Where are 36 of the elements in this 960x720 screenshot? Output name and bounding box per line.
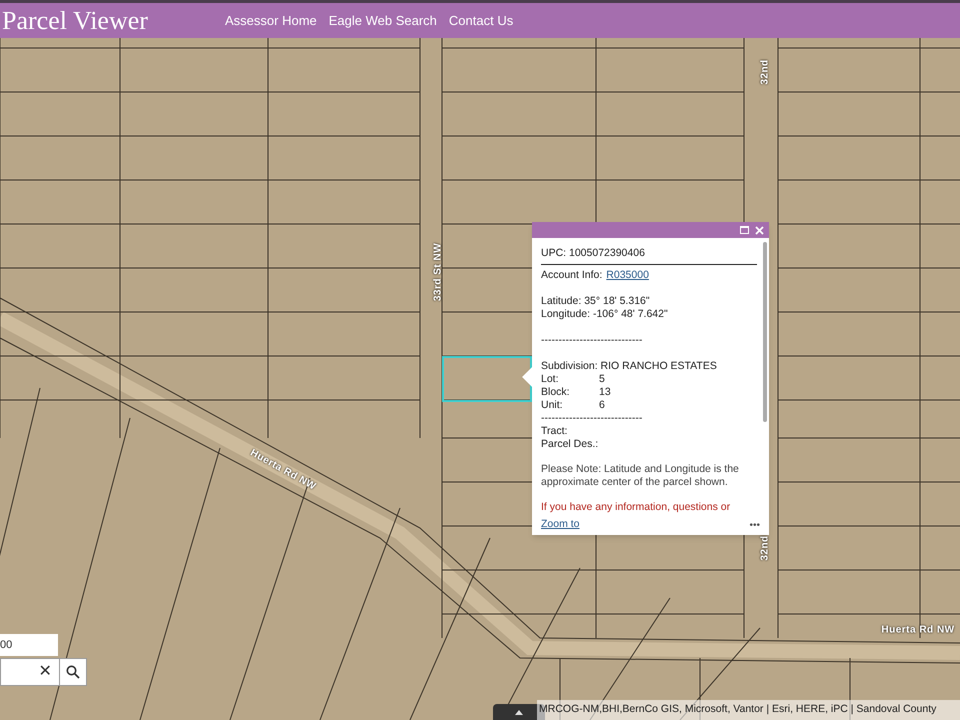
latitude-text: Latitude: 35° 18' 5.316" [541,295,651,308]
attribution-text: MRCOG-NM,BHI,BernCo GIS, Microsoft, Vantor | Esri, HERE, iPC | Sandoval County [537,700,960,720]
nav-link[interactable]: Eagle Web Search [328,10,437,30]
road-label: 33rd St NW [432,242,444,302]
separator-text: ----------------------------- [541,334,642,347]
warning-text: If you have any information, questions or [541,501,730,514]
maximize-icon [740,226,749,234]
longitude-text: Longitude: -106° 48' 7.642" [541,308,669,321]
app-title: Parcel Viewer [2,8,149,34]
nav-link[interactable]: Contact Us [448,10,514,30]
field-value: 6 [599,399,605,412]
maximize-button[interactable] [739,224,750,236]
account-label: Account Info: [541,269,602,282]
close-icon [755,226,764,234]
road-label: 32nd [758,535,772,561]
parcel-description-label: Parcel Des.: [541,438,598,451]
more-button[interactable]: ••• [749,518,760,532]
zoom-to-link[interactable]: Zoom to [541,517,580,533]
field-label: Unit: [541,399,564,412]
caret-up-icon [515,710,523,714]
note-text: Please Note: Latitude and Longitude is the approximate center of the parcel shown. [541,463,740,489]
field-label: Lot: [541,373,560,386]
field-value: 5 [599,373,605,386]
upc-text: UPC: 1005072390406 [541,247,757,265]
search-icon [66,665,80,679]
separator-text: ----------------------------- [541,412,642,425]
tract-label: Tract: [541,425,568,438]
subdivision-text: Subdivision: RIO RANCHO ESTATES [541,360,718,373]
field-label: Block: [541,386,571,399]
field-value: 13 [599,386,611,399]
road-label: 32nd [758,59,772,85]
close-button[interactable] [754,224,765,236]
clear-button[interactable]: ✕ [31,659,59,685]
scale-field: 00 [0,634,58,656]
account-link[interactable]: R035000 [606,269,649,282]
nav-link[interactable]: Assessor Home [225,10,317,30]
